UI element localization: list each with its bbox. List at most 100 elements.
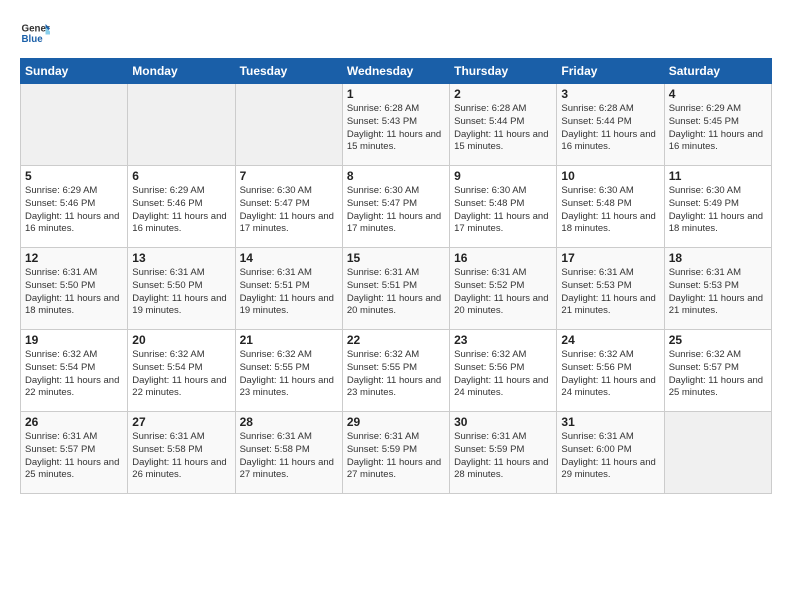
sunrise-text: Sunrise: 6:32 AM xyxy=(669,349,767,362)
daylight-text: Daylight: 11 hours and 19 minutes. xyxy=(132,293,230,319)
day-number: 3 xyxy=(561,87,659,101)
day-number: 4 xyxy=(669,87,767,101)
daylight-text: Daylight: 11 hours and 23 minutes. xyxy=(240,375,338,401)
sunrise-text: Sunrise: 6:31 AM xyxy=(347,431,445,444)
calendar-cell: 10Sunrise: 6:30 AMSunset: 5:48 PMDayligh… xyxy=(557,166,664,248)
calendar-cell: 29Sunrise: 6:31 AMSunset: 5:59 PMDayligh… xyxy=(342,412,449,494)
day-info: Sunrise: 6:30 AMSunset: 5:48 PMDaylight:… xyxy=(454,185,552,236)
daylight-text: Daylight: 11 hours and 16 minutes. xyxy=(561,129,659,155)
day-number: 27 xyxy=(132,415,230,429)
day-number: 21 xyxy=(240,333,338,347)
calendar-cell: 2Sunrise: 6:28 AMSunset: 5:44 PMDaylight… xyxy=(450,84,557,166)
sunrise-text: Sunrise: 6:31 AM xyxy=(25,431,123,444)
daylight-text: Daylight: 11 hours and 16 minutes. xyxy=(132,211,230,237)
calendar-cell xyxy=(128,84,235,166)
day-info: Sunrise: 6:31 AMSunset: 5:50 PMDaylight:… xyxy=(25,267,123,318)
day-info: Sunrise: 6:32 AMSunset: 5:54 PMDaylight:… xyxy=(132,349,230,400)
daylight-text: Daylight: 11 hours and 15 minutes. xyxy=(454,129,552,155)
day-number: 6 xyxy=(132,169,230,183)
daylight-text: Daylight: 11 hours and 25 minutes. xyxy=(25,457,123,483)
calendar-cell: 8Sunrise: 6:30 AMSunset: 5:47 PMDaylight… xyxy=(342,166,449,248)
sunrise-text: Sunrise: 6:31 AM xyxy=(25,267,123,280)
logo: General Blue xyxy=(20,18,52,48)
day-info: Sunrise: 6:29 AMSunset: 5:46 PMDaylight:… xyxy=(25,185,123,236)
day-info: Sunrise: 6:29 AMSunset: 5:46 PMDaylight:… xyxy=(132,185,230,236)
calendar-cell: 5 Sunrise: 6:29 AMSunset: 5:46 PMDaylight… xyxy=(21,166,128,248)
day-info: Sunrise: 6:31 AMSunset: 5:58 PMDaylight:… xyxy=(240,431,338,482)
daylight-text: Daylight: 11 hours and 17 minutes. xyxy=(347,211,445,237)
week-row-2: 5 Sunrise: 6:29 AMSunset: 5:46 PMDaylight… xyxy=(21,166,772,248)
day-info: Sunrise: 6:31 AMSunset: 5:51 PMDaylight:… xyxy=(240,267,338,318)
calendar-cell: 11Sunrise: 6:30 AMSunset: 5:49 PMDayligh… xyxy=(664,166,771,248)
sunset-text: Sunset: 5:47 PM xyxy=(347,198,445,211)
sunrise-text: Sunrise: 6:28 AM xyxy=(561,103,659,116)
day-number: 20 xyxy=(132,333,230,347)
daylight-text: Daylight: 11 hours and 27 minutes. xyxy=(240,457,338,483)
day-number: 25 xyxy=(669,333,767,347)
day-number: 17 xyxy=(561,251,659,265)
calendar-cell: 6 Sunrise: 6:29 AMSunset: 5:46 PMDaylight… xyxy=(128,166,235,248)
daylight-text: Daylight: 11 hours and 23 minutes. xyxy=(347,375,445,401)
sunset-text: Sunset: 5:51 PM xyxy=(347,280,445,293)
day-info: Sunrise: 6:30 AMSunset: 5:48 PMDaylight:… xyxy=(561,185,659,236)
calendar-cell: 9Sunrise: 6:30 AMSunset: 5:48 PMDaylight… xyxy=(450,166,557,248)
sunset-text: Sunset: 5:46 PM xyxy=(25,198,123,211)
calendar-cell: 16 Sunrise: 6:31 AMSunset: 5:52 PMDayligh… xyxy=(450,248,557,330)
sunset-text: Sunset: 5:53 PM xyxy=(669,280,767,293)
day-number: 16 xyxy=(454,251,552,265)
calendar-cell: 20 Sunrise: 6:32 AMSunset: 5:54 PMDayligh… xyxy=(128,330,235,412)
day-info: Sunrise: 6:31 AMSunset: 5:58 PMDaylight:… xyxy=(132,431,230,482)
sunrise-text: Sunrise: 6:31 AM xyxy=(132,267,230,280)
sunset-text: Sunset: 5:52 PM xyxy=(454,280,552,293)
sunrise-text: Sunrise: 6:28 AM xyxy=(454,103,552,116)
calendar-cell xyxy=(664,412,771,494)
daylight-text: Daylight: 11 hours and 20 minutes. xyxy=(454,293,552,319)
day-info: Sunrise: 6:32 AMSunset: 5:55 PMDaylight:… xyxy=(240,349,338,400)
day-number: 14 xyxy=(240,251,338,265)
sunset-text: Sunset: 5:48 PM xyxy=(454,198,552,211)
sunrise-text: Sunrise: 6:30 AM xyxy=(347,185,445,198)
day-info: Sunrise: 6:31 AMSunset: 5:53 PMDaylight:… xyxy=(669,267,767,318)
calendar-cell: 24Sunrise: 6:32 AMSunset: 5:56 PMDayligh… xyxy=(557,330,664,412)
daylight-text: Daylight: 11 hours and 24 minutes. xyxy=(454,375,552,401)
calendar-cell: 30Sunrise: 6:31 AMSunset: 5:59 PMDayligh… xyxy=(450,412,557,494)
week-row-1: 1Sunrise: 6:28 AMSunset: 5:43 PMDaylight… xyxy=(21,84,772,166)
day-number: 24 xyxy=(561,333,659,347)
calendar-cell: 12Sunrise: 6:31 AMSunset: 5:50 PMDayligh… xyxy=(21,248,128,330)
day-number: 15 xyxy=(347,251,445,265)
sunrise-text: Sunrise: 6:31 AM xyxy=(561,267,659,280)
sunrise-text: Sunrise: 6:31 AM xyxy=(454,431,552,444)
day-info: Sunrise: 6:32 AMSunset: 5:57 PMDaylight:… xyxy=(669,349,767,400)
week-row-3: 12Sunrise: 6:31 AMSunset: 5:50 PMDayligh… xyxy=(21,248,772,330)
sunset-text: Sunset: 5:56 PM xyxy=(454,362,552,375)
sunset-text: Sunset: 5:46 PM xyxy=(132,198,230,211)
calendar-cell: 15Sunrise: 6:31 AMSunset: 5:51 PMDayligh… xyxy=(342,248,449,330)
day-number: 5 xyxy=(25,169,123,183)
sunset-text: Sunset: 5:54 PM xyxy=(132,362,230,375)
calendar-cell: 31Sunrise: 6:31 AMSunset: 6:00 PMDayligh… xyxy=(557,412,664,494)
week-row-5: 26Sunrise: 6:31 AMSunset: 5:57 PMDayligh… xyxy=(21,412,772,494)
sunset-text: Sunset: 5:55 PM xyxy=(347,362,445,375)
sunset-text: Sunset: 5:54 PM xyxy=(25,362,123,375)
header: General Blue xyxy=(20,18,772,48)
day-info: Sunrise: 6:31 AMSunset: 5:50 PMDaylight:… xyxy=(132,267,230,318)
daylight-text: Daylight: 11 hours and 27 minutes. xyxy=(347,457,445,483)
day-number: 29 xyxy=(347,415,445,429)
sunrise-text: Sunrise: 6:32 AM xyxy=(240,349,338,362)
day-info: Sunrise: 6:31 AMSunset: 5:52 PMDaylight:… xyxy=(454,267,552,318)
daylight-text: Daylight: 11 hours and 24 minutes. xyxy=(561,375,659,401)
daylight-text: Daylight: 11 hours and 28 minutes. xyxy=(454,457,552,483)
day-info: Sunrise: 6:32 AMSunset: 5:55 PMDaylight:… xyxy=(347,349,445,400)
sunrise-text: Sunrise: 6:31 AM xyxy=(240,431,338,444)
weekday-sunday: Sunday xyxy=(21,59,128,84)
day-number: 28 xyxy=(240,415,338,429)
calendar-cell: 4Sunrise: 6:29 AMSunset: 5:45 PMDaylight… xyxy=(664,84,771,166)
sunrise-text: Sunrise: 6:30 AM xyxy=(454,185,552,198)
calendar-cell: 14 Sunrise: 6:31 AMSunset: 5:51 PMDayligh… xyxy=(235,248,342,330)
calendar-cell: 7Sunrise: 6:30 AMSunset: 5:47 PMDaylight… xyxy=(235,166,342,248)
calendar-cell: 23Sunrise: 6:32 AMSunset: 5:56 PMDayligh… xyxy=(450,330,557,412)
day-info: Sunrise: 6:32 AMSunset: 5:54 PMDaylight:… xyxy=(25,349,123,400)
sunset-text: Sunset: 5:58 PM xyxy=(240,444,338,457)
daylight-text: Daylight: 11 hours and 17 minutes. xyxy=(240,211,338,237)
day-number: 11 xyxy=(669,169,767,183)
